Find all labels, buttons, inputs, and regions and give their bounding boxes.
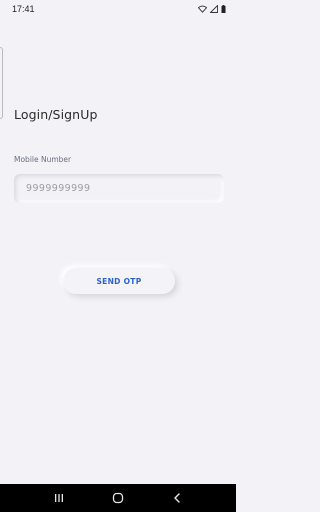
home-button[interactable] xyxy=(103,488,133,508)
signal-icon xyxy=(210,5,218,13)
battery-icon xyxy=(221,5,226,13)
mobile-number-input[interactable] xyxy=(14,174,224,203)
page-title: Login/SignUp xyxy=(14,107,98,122)
wifi-icon xyxy=(198,5,207,13)
navigation-bar xyxy=(0,484,236,512)
back-icon xyxy=(173,493,180,503)
home-icon xyxy=(112,492,124,504)
mobile-number-label: Mobile Number xyxy=(14,155,72,164)
send-otp-button[interactable]: SEND OTP xyxy=(63,268,175,294)
back-button[interactable] xyxy=(162,488,192,508)
recent-apps-button[interactable] xyxy=(44,488,74,508)
edge-panel-handle[interactable] xyxy=(0,47,3,119)
status-time: 17:41 xyxy=(12,4,35,14)
status-icons xyxy=(198,5,226,13)
status-bar: 17:41 xyxy=(0,0,236,18)
recent-apps-icon xyxy=(55,494,64,502)
